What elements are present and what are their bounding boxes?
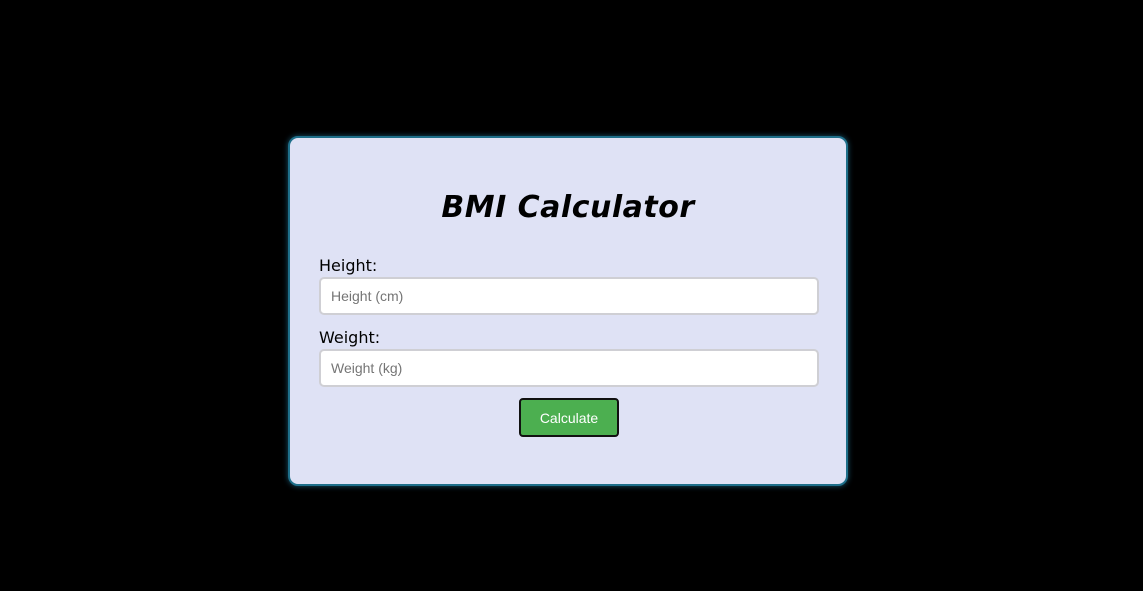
height-label: Height: (319, 256, 378, 275)
weight-input[interactable] (319, 349, 819, 387)
height-input[interactable] (319, 277, 819, 315)
page-title: BMI Calculator (441, 190, 695, 225)
bmi-calculator-card: BMI Calculator Height: Weight: Calculate (288, 136, 848, 486)
weight-label: Weight: (319, 328, 381, 347)
calculate-button[interactable]: Calculate (519, 398, 619, 437)
